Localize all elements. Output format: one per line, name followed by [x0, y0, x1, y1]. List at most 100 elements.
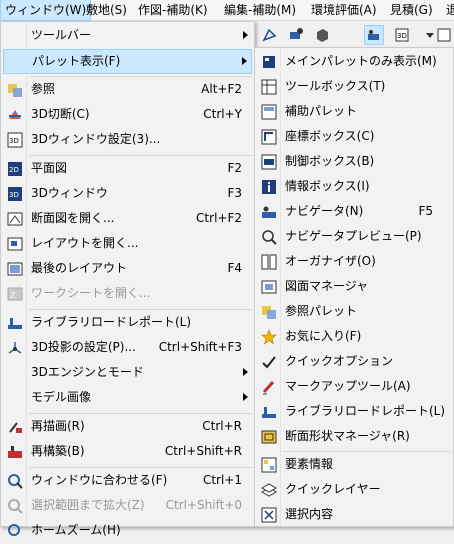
menu-item-label: 3Dウィンドウ設定(3)... [31, 132, 161, 146]
coordinate-box-icon [261, 129, 277, 145]
submenu-item-quick-layers[interactable]: クイックレイヤー [257, 478, 451, 503]
submenu-item-navigator[interactable]: ナビゲータ(N) F5 [257, 200, 451, 225]
menu-item-reference[interactable]: 参照 Alt+F2 [3, 78, 252, 103]
menu-item-label: 情報ボックス(I) [285, 179, 370, 193]
submenu-item-coordinate-box[interactable]: 座標ボックス(C) [257, 125, 451, 150]
menu-item-3d-window-settings[interactable]: 3D 3Dウィンドウ設定(3)... [3, 128, 252, 153]
menu-item-floor-plan[interactable]: 2D 平面図 F2 [3, 157, 252, 182]
separator [29, 309, 252, 310]
menu-item-model-image[interactable]: モデル画像 [3, 386, 252, 411]
main-palette-icon [261, 54, 277, 70]
profile-manager-icon [261, 429, 277, 445]
submenu-item-control-box[interactable]: 制御ボックス(B) [257, 150, 451, 175]
menu-item-3d-window[interactable]: 3D 3Dウィンドウ F3 [3, 182, 252, 207]
menu-item-home-zoom[interactable]: ホームズーム(H) [3, 519, 252, 544]
submenu-item-profile-manager[interactable]: 断面形状マネージャ(R) [257, 425, 451, 450]
zoom-selection-icon [7, 498, 23, 514]
menu-item-label: ウィンドウに合わせる(F) [31, 473, 168, 487]
submenu-arrow-icon [243, 31, 248, 39]
menu-item-label: ライブラリロードレポート(L) [285, 404, 446, 418]
menu-item-label: 参照 [31, 82, 56, 96]
submenu-item-quick-options[interactable]: クイックオプション [257, 350, 451, 375]
shortcut-label: Ctrl+F2 [196, 211, 242, 225]
shortcut-label: Alt+F2 [201, 82, 242, 96]
menu-item-toolbar[interactable]: ツールバー [3, 24, 252, 49]
submenu-item-library-load-report[interactable]: ライブラリロードレポート(L) [257, 400, 451, 425]
menu-item-label: メインパレットのみ表示(M) [285, 54, 437, 68]
control-box-icon [261, 154, 277, 170]
shortcut-label: F4 [227, 261, 242, 275]
toolbar-camera-icon[interactable] [286, 25, 306, 45]
menu-item-label: クイックレイヤー [285, 482, 381, 496]
toolbar-box-icon[interactable] [312, 25, 332, 45]
menu-item-label: 参照パレット [285, 304, 358, 318]
submenu-item-main-palette-only[interactable]: メインパレットのみ表示(M) [257, 50, 451, 75]
menu-item-label: 再描画(R) [31, 419, 85, 433]
menu-item-library-load-report[interactable]: ライブラリロードレポート(L) [3, 311, 252, 336]
home-zoom-icon [7, 523, 23, 539]
submenu-item-selection[interactable]: 選択内容 [257, 503, 451, 528]
separator [29, 467, 252, 468]
menu-item-label: クイックオプション [285, 354, 394, 368]
svg-text:Z: Z [10, 291, 16, 300]
menu-item-open-layout[interactable]: レイアウトを開く... [3, 232, 252, 257]
menu-item-label: 3Dエンジンとモード [31, 365, 144, 379]
menu-item-label: ライブラリロードレポート(L) [31, 315, 192, 329]
menu-item-3d-engine-mode[interactable]: 3Dエンジンとモード [3, 361, 252, 386]
menu-item-label: 3Dウィンドウ [31, 186, 108, 200]
shortcut-label: Ctrl+R [202, 419, 242, 433]
menu-item-label: ナビゲータプレビュー(P) [285, 229, 422, 243]
menu-item-3d-cut[interactable]: 3D切断(C) Ctrl+Y [3, 103, 252, 128]
menu-more[interactable]: 退 [442, 0, 454, 20]
menu-item-palette-display[interactable]: パレット表示(F) [3, 49, 252, 74]
menu-item-label: ツールボックス(T) [285, 79, 386, 93]
toolbar-3d-icon[interactable] [260, 25, 280, 45]
toolbar-3d-doc-icon[interactable]: 3D [392, 25, 412, 45]
menu-item-open-section[interactable]: 断面図を開く... Ctrl+F2 [3, 207, 252, 232]
toolbar-navigator-icon[interactable] [364, 25, 384, 45]
submenu-item-info-box[interactable]: 情報ボックス(I) [257, 175, 451, 200]
menu-item-label: マークアップツール(A) [285, 379, 411, 393]
menu-item-label: 断面図を開く... [31, 211, 115, 225]
organizer-icon [261, 254, 277, 270]
submenu-item-element-info[interactable]: 要素情報 [257, 453, 451, 478]
menu-item-label: 3D投影の設定(P)... [31, 340, 136, 354]
submenu-item-reference-palette[interactable]: 参照パレット [257, 300, 451, 325]
submenu-arrow-icon [242, 57, 247, 65]
menu-edit-aux[interactable]: 編集-補助(M) [220, 0, 300, 20]
menu-draw-aux[interactable]: 作図-補助(K) [134, 0, 212, 20]
submenu-item-navigator-preview[interactable]: ナビゲータプレビュー(P) [257, 225, 451, 250]
menu-window[interactable]: ウィンドウ(W) [0, 0, 92, 21]
submenu-item-toolbox[interactable]: ツールボックス(T) [257, 75, 451, 100]
submenu-arrow-icon [243, 393, 248, 401]
submenu-item-organizer[interactable]: オーガナイザ(O) [257, 250, 451, 275]
shortcut-label: Ctrl+Shift+R [164, 444, 242, 458]
menu-item-label: パレット表示(F) [32, 54, 121, 68]
last-layout-icon [7, 261, 23, 277]
submenu-item-favorites[interactable]: お気に入り(F) [257, 325, 451, 350]
separator [283, 451, 451, 452]
menu-environment[interactable]: 環境評価(A) [307, 0, 381, 20]
shortcut-label: F3 [227, 186, 242, 200]
menu-estimate[interactable]: 見積(G) [386, 0, 437, 20]
reference-palette-icon [261, 304, 277, 320]
toolbar-doc-icon[interactable] [434, 25, 454, 45]
menu-item-fit-window[interactable]: ウィンドウに合わせる(F) Ctrl+1 [3, 469, 252, 494]
menu-item-last-layout[interactable]: 最後のレイアウト F4 [3, 257, 252, 282]
menu-bar: ウィンドウ(W) 敷地(S) 作図-補助(K) 編集-補助(M) 環境評価(A)… [0, 0, 454, 21]
redraw-icon [7, 419, 23, 435]
menu-item-3d-projection[interactable]: 3D投影の設定(P)... Ctrl+Shift+F3 [3, 336, 252, 361]
menu-item-rebuild[interactable]: 再構築(B) Ctrl+Shift+R [3, 440, 252, 465]
menu-item-label: 制御ボックス(B) [285, 154, 375, 168]
menu-item-label: 最後のレイアウト [31, 261, 128, 275]
submenu-item-aux-palette[interactable]: 補助パレット [257, 100, 451, 125]
info-box-icon [261, 179, 277, 195]
menu-item-label: 平面図 [31, 161, 68, 175]
submenu-item-drawing-manager[interactable]: 図面マネージャ [257, 275, 451, 300]
menu-item-redraw[interactable]: 再描画(R) Ctrl+R [3, 415, 252, 440]
navigator-icon [261, 204, 277, 220]
shortcut-label: Ctrl+Shift+F3 [158, 340, 242, 354]
menu-site[interactable]: 敷地(S) [82, 0, 131, 20]
element-info-icon [261, 457, 277, 473]
submenu-item-markup-tool[interactable]: マークアップツール(A) [257, 375, 451, 400]
